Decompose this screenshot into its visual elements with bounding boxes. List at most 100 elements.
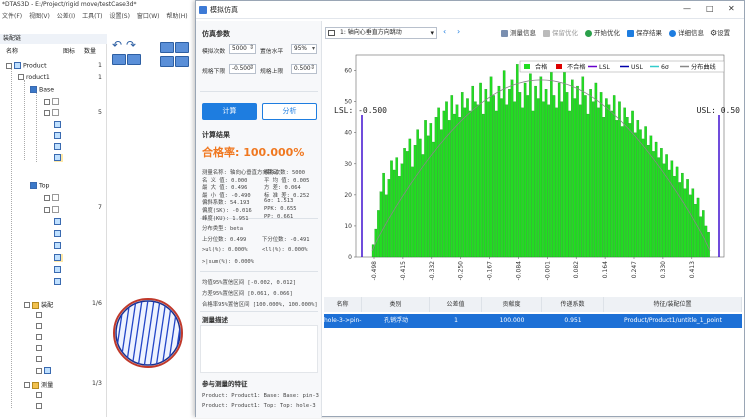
tree-node-feature[interactable] (44, 194, 61, 202)
tree-node-feature[interactable] (44, 109, 61, 117)
minimize-icon[interactable]: — (683, 4, 691, 13)
tree-node-feature[interactable] (54, 218, 63, 226)
settings-button[interactable]: ⚙设置 (710, 27, 730, 38)
tree-node-item[interactable] (36, 312, 44, 319)
measure-select[interactable]: 1: 轴向心垂直方向跳动 (325, 27, 437, 39)
menu-file[interactable]: 文件(F) (2, 13, 22, 20)
tree-node-item[interactable] (36, 323, 44, 330)
tree-node-top[interactable]: Top (30, 182, 49, 190)
tree-count: 5 (98, 109, 102, 116)
keep-optimize-button[interactable]: 保留优化 (543, 27, 578, 37)
table-header[interactable]: 传递系数 (542, 297, 604, 312)
view-side-icon[interactable] (175, 42, 189, 53)
tree-node-item[interactable] (36, 403, 44, 410)
tree-node-feature[interactable] (54, 230, 63, 238)
menu-help[interactable]: 帮助(H) (166, 13, 187, 20)
view-back-icon[interactable] (127, 54, 141, 65)
dialog-titlebar[interactable]: 模拟仿真 — □ ✕ (196, 1, 744, 19)
table-header[interactable]: 名称 (324, 297, 362, 312)
table-cell[interactable]: Product/Product1/untitle_1_point (604, 314, 742, 328)
checkbox-icon[interactable] (36, 367, 42, 374)
tree-node-feature[interactable] (54, 278, 63, 286)
tree-node-feature[interactable] (54, 242, 63, 250)
tree-node-feature[interactable] (54, 121, 63, 129)
prev-button[interactable]: ‹ (443, 27, 446, 36)
tree-node-item[interactable] (36, 345, 44, 352)
checkbox-icon[interactable] (36, 323, 42, 329)
details-button[interactable]: 详细信息 (669, 27, 704, 37)
histogram-bar (502, 70, 506, 258)
table-cell[interactable]: 1 (430, 314, 482, 328)
redo-icon[interactable]: ↷ (126, 38, 136, 52)
table-header[interactable]: 类别 (362, 297, 430, 312)
usl-input[interactable]: 0.500 (291, 64, 317, 74)
calc-button[interactable]: 计算 (202, 103, 257, 120)
lsl-input[interactable]: -0.500 (229, 64, 256, 74)
view-front-icon[interactable] (112, 54, 126, 65)
menu-view[interactable]: 视图(V) (29, 13, 50, 20)
tree-node-feature[interactable] (44, 98, 61, 106)
expand-icon[interactable] (44, 109, 50, 116)
tree-node-feature-selected[interactable] (54, 154, 63, 162)
view-top-icon[interactable] (160, 56, 174, 67)
measure-info-button[interactable]: 测量信息 (501, 27, 536, 37)
expand-icon[interactable] (44, 98, 50, 105)
maximize-icon[interactable]: □ (706, 4, 714, 13)
expand-icon[interactable] (18, 74, 24, 80)
table-header[interactable]: 特征/装配位置 (604, 297, 742, 312)
histogram-bar (565, 92, 569, 258)
next-button[interactable]: › (457, 27, 460, 36)
sim-count-input[interactable]: 5000 (229, 44, 256, 54)
expand-icon[interactable] (24, 382, 30, 388)
tree-node-item[interactable] (36, 334, 44, 341)
tree-node-feature[interactable] (54, 132, 63, 140)
measure-desc-box[interactable] (200, 325, 318, 373)
table-cell[interactable]: 0.951 (542, 314, 604, 328)
tree-node-feature[interactable] (54, 143, 63, 151)
tree-node-item[interactable] (36, 392, 44, 399)
tree-node-product1[interactable]: roduct1 (18, 74, 50, 81)
menu-window[interactable]: 窗口(W) (137, 13, 160, 20)
menu-tolerance[interactable]: 公差(I) (57, 13, 75, 20)
table-cell[interactable]: 100.000 (482, 314, 542, 328)
checkbox-icon[interactable] (36, 392, 42, 398)
histogram-bar (618, 101, 621, 258)
checkbox-icon[interactable] (36, 334, 42, 340)
checkbox-icon[interactable] (36, 403, 42, 409)
close-icon[interactable]: ✕ (728, 4, 735, 13)
checkbox-icon[interactable] (36, 356, 42, 362)
checkbox-icon[interactable] (36, 312, 42, 318)
tree-node-assembly[interactable]: 装配 (24, 300, 53, 309)
view-iso-icon[interactable] (160, 42, 174, 53)
undo-icon[interactable]: ↶ (112, 38, 122, 52)
analyze-button[interactable]: 分析 (262, 103, 317, 120)
histogram-chart[interactable]: 0 10 20 30 40 50 60 LSL: -0.500 USL: 0.50 -0.498 -… (324, 47, 742, 293)
level-select[interactable]: 95% (291, 44, 317, 54)
table-cell[interactable]: hole-3->pin-3 (324, 314, 362, 328)
3d-viewport[interactable] (110, 78, 196, 417)
tree-node-feature[interactable] (44, 206, 61, 214)
menu-settings[interactable]: 设置(S) (109, 13, 130, 20)
table-cell[interactable]: 孔销浮动 (362, 314, 430, 328)
checkbox-icon[interactable] (36, 345, 42, 351)
histogram-bar (515, 64, 519, 258)
table-header[interactable]: 公差值 (430, 297, 482, 312)
view-bottom-icon[interactable] (175, 56, 189, 67)
tree-node-item[interactable] (36, 367, 53, 375)
histogram-bar (416, 129, 419, 258)
tree-node-feature-selected[interactable] (54, 254, 63, 262)
tree-node-feature[interactable] (54, 266, 63, 274)
expand-icon[interactable] (6, 62, 12, 69)
tree-node-item[interactable] (36, 356, 44, 363)
menu-tools[interactable]: 工具(T) (82, 13, 102, 20)
start-optimize-button[interactable]: 开始优化 (585, 27, 620, 37)
expand-icon[interactable] (24, 302, 30, 308)
save-result-button[interactable]: 保存结果 (627, 27, 662, 37)
tree-node-product[interactable]: Product (6, 62, 47, 70)
expand-icon[interactable] (44, 194, 50, 201)
tree-node-measure[interactable]: 测量 (24, 380, 53, 389)
expand-icon[interactable] (44, 206, 50, 213)
right-panel: 1: 轴向心垂直方向跳动 ‹ › 测量信息 保留优化 开始优化 保存结果 详细信… (323, 21, 744, 418)
table-header[interactable]: 贡献度 (482, 297, 542, 312)
tree-node-base[interactable]: Base (30, 86, 54, 94)
